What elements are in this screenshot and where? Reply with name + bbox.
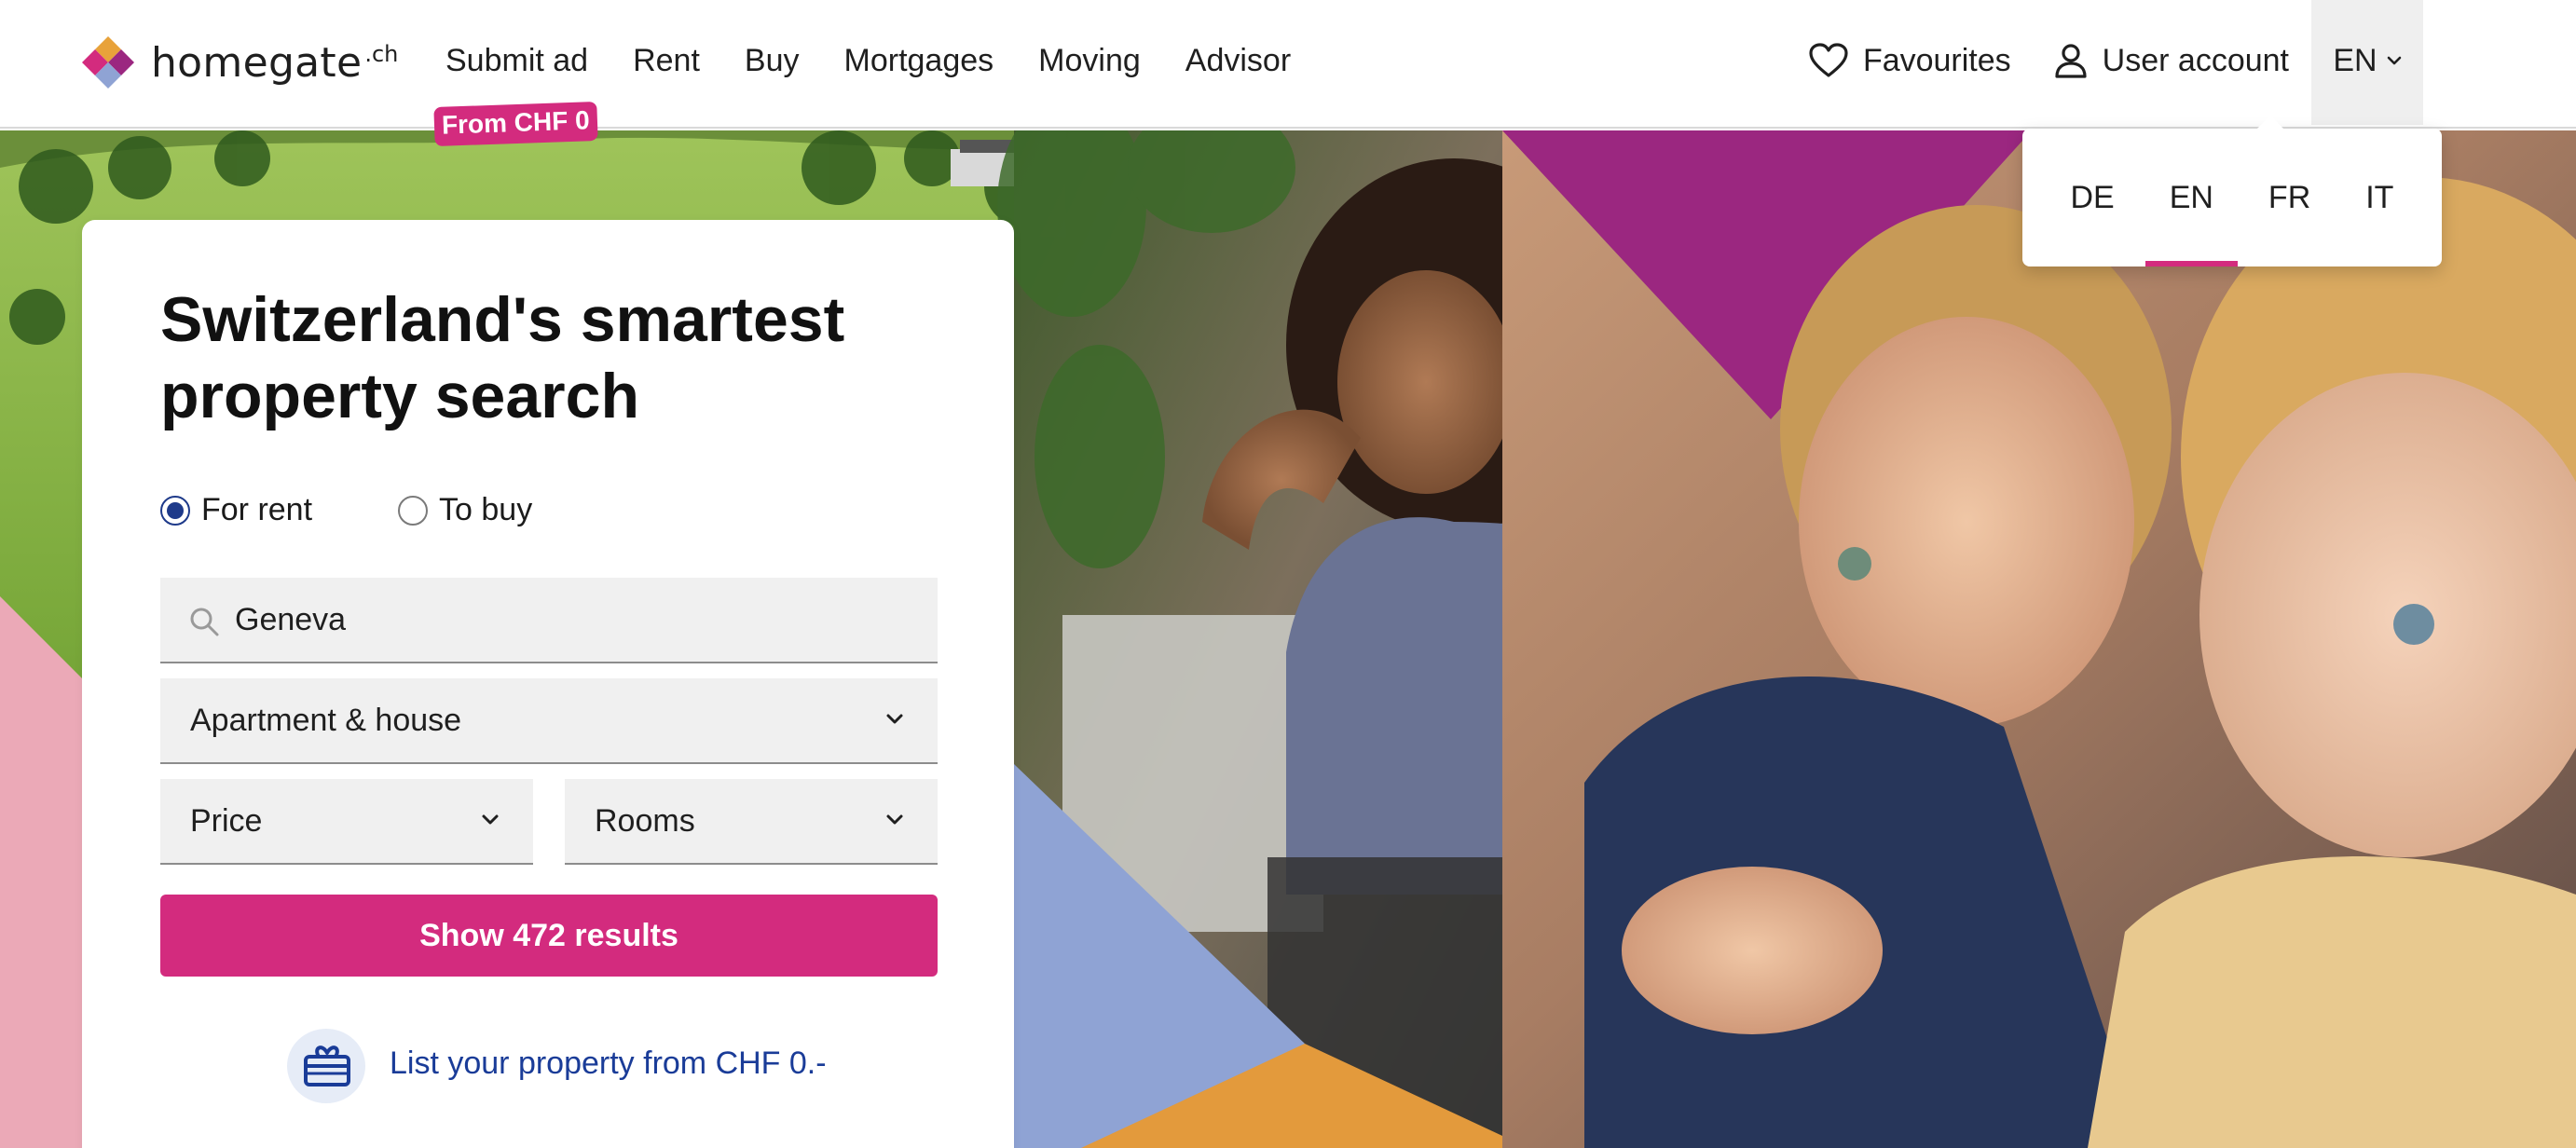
- nav-moving[interactable]: Moving: [1038, 45, 1141, 76]
- radio-for-rent-label: For rent: [201, 492, 313, 527]
- list-property-label: List your property from CHF 0.-: [390, 1045, 827, 1081]
- radio-for-rent-dot: [160, 495, 190, 526]
- price-label: Price: [190, 802, 263, 839]
- search-title: Switzerland's smartest property search: [160, 284, 845, 431]
- search-icon: [190, 608, 219, 636]
- nav-advisor[interactable]: Advisor: [1185, 45, 1291, 76]
- homegate-logo[interactable]: homegate .ch: [80, 34, 398, 91]
- gift-card-icon: [285, 1021, 369, 1105]
- language-selector[interactable]: EN: [2311, 0, 2423, 125]
- chevron-down-icon: [886, 714, 903, 724]
- user-account-label: User account: [2102, 42, 2289, 78]
- brand-name: homegate: [151, 38, 363, 87]
- favourites-label: Favourites: [1862, 42, 2011, 78]
- chevron-down-icon: [886, 814, 903, 825]
- property-type-select[interactable]: Apartment & house: [160, 678, 938, 764]
- heart-icon: [1809, 43, 1848, 77]
- list-property-link[interactable]: List your property from CHF 0.-: [285, 1021, 827, 1105]
- rooms-select[interactable]: Rooms: [565, 779, 938, 865]
- chevron-down-icon: [482, 814, 499, 825]
- location-value: Geneva: [235, 601, 347, 637]
- nav-rent[interactable]: Rent: [633, 45, 700, 76]
- language-option-en[interactable]: EN: [2144, 129, 2239, 266]
- location-search-input[interactable]: Geneva: [160, 578, 938, 663]
- radio-to-buy[interactable]: To buy: [398, 492, 532, 528]
- favourites-link[interactable]: Favourites: [1809, 43, 2011, 79]
- property-type-value: Apartment & house: [190, 702, 462, 738]
- nav-submit-ad[interactable]: Submit ad From CHF 0: [433, 43, 598, 147]
- submit-ad-price-badge: From CHF 0: [433, 101, 598, 147]
- price-select[interactable]: Price: [160, 779, 533, 865]
- language-menu: DE EN FR IT: [2022, 116, 2442, 266]
- nav-submit-ad-label: Submit ad: [445, 43, 589, 78]
- show-results-button[interactable]: Show 472 results: [160, 895, 938, 977]
- radio-to-buy-dot: [398, 495, 429, 526]
- brand-tld: .ch: [364, 41, 399, 67]
- language-option-de[interactable]: DE: [2046, 129, 2138, 266]
- radio-for-rent[interactable]: For rent: [160, 492, 312, 528]
- user-account-link[interactable]: User account: [2054, 43, 2289, 79]
- site-header: homegate .ch Submit ad From CHF 0 Rent B…: [0, 0, 2576, 147]
- nav-mortgages[interactable]: Mortgages: [844, 45, 994, 76]
- radio-to-buy-label: To buy: [439, 492, 533, 527]
- user-icon: [2055, 44, 2087, 78]
- homegate-diamond-icon: [82, 36, 134, 89]
- search-card: Switzerland's smartest property search F…: [82, 220, 1014, 1148]
- rooms-label: Rooms: [595, 802, 695, 839]
- header-actions: Favourites User account EN: [1809, 0, 2576, 125]
- chevron-down-icon: [2387, 56, 2401, 65]
- language-option-it[interactable]: IT: [2341, 129, 2418, 266]
- language-option-fr[interactable]: FR: [2244, 129, 2335, 266]
- main-nav: Submit ad From CHF 0 Rent Buy Mortgages …: [433, 0, 1336, 147]
- nav-buy[interactable]: Buy: [745, 45, 800, 76]
- current-language: EN: [2333, 42, 2377, 78]
- transaction-type: For rent To buy: [160, 492, 618, 528]
